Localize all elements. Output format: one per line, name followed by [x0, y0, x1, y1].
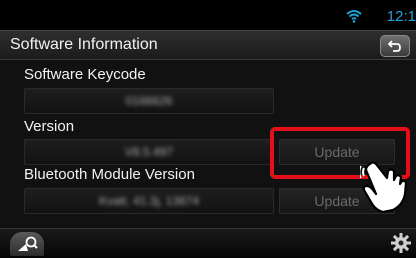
bluetooth-module-version-label: Bluetooth Module Version [24, 166, 195, 183]
title-bar: Software Information [0, 30, 416, 60]
hand-pointer-icon [358, 158, 416, 214]
version-value: V8.5.497 [124, 145, 174, 159]
wifi-icon [346, 9, 362, 23]
page-title: Software Information [10, 36, 158, 53]
settings-button[interactable] [390, 232, 412, 254]
software-keycode-value: 0166626 [125, 94, 173, 108]
software-keycode-field: 0166626 [24, 88, 274, 114]
bottom-bar [0, 228, 416, 258]
bluetooth-module-version-field: Kvatt, 41.3j, 13874 [24, 188, 274, 214]
clock: 12:1 [386, 8, 416, 25]
back-button[interactable] [380, 35, 410, 57]
gear-icon [391, 233, 411, 253]
software-information-screen: 12:1 Software Information Software Keyco… [0, 0, 416, 258]
back-arrow-icon [388, 40, 401, 52]
status-bar: 12:1 [0, 0, 416, 30]
bluetooth-module-version-value: Kvatt, 41.3j, 13874 [98, 194, 200, 208]
software-keycode-label: Software Keycode [24, 66, 146, 83]
version-label: Version [24, 118, 75, 135]
navigation-icon [18, 236, 38, 251]
navigation-button[interactable] [10, 232, 44, 256]
version-field: V8.5.497 [24, 139, 274, 165]
